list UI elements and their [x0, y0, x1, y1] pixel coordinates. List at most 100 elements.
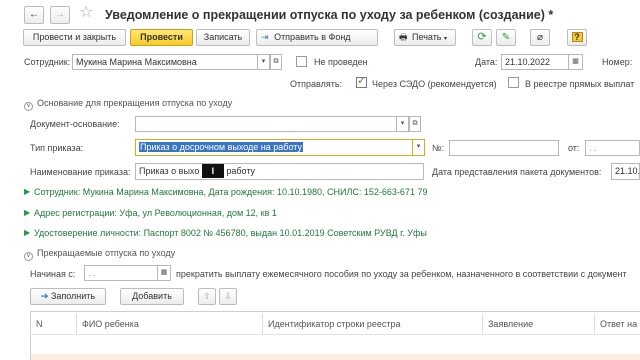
number-label: Номер: [602, 57, 633, 67]
back-button[interactable]: ← [24, 6, 44, 24]
collapse-icon: ∨ [24, 252, 33, 261]
not-posted-label: Не проведен [314, 57, 368, 67]
doc-basis-field[interactable] [135, 116, 397, 132]
print-label: Печать [412, 32, 442, 42]
collapse-icon: ∨ [24, 102, 33, 111]
move-up-button[interactable]: ⇧ [198, 288, 216, 305]
col-header-registry-id[interactable]: Идентификатор строки реестра [268, 318, 401, 330]
col-header-response[interactable]: Ответ на [600, 318, 637, 330]
attach-button[interactable]: ⌀ [530, 29, 550, 46]
col-divider [262, 314, 263, 334]
printer-icon: 🖶 [399, 32, 408, 42]
employee-dropdown-button[interactable]: ▾ [258, 54, 270, 70]
fill-label: Заполнить [50, 291, 96, 301]
registry-checkbox[interactable] [508, 77, 519, 88]
via-sedo-checkbox[interactable]: ✓ [356, 75, 367, 88]
send-to-fund-label: Отправить в Фонд [274, 32, 351, 42]
open-icon: ⧉ [273, 58, 279, 65]
employee-open-button[interactable]: ⧉ [270, 54, 282, 70]
favorite-star-icon[interactable]: ☆ [79, 3, 93, 23]
order-from-field[interactable]: . . [585, 140, 640, 156]
basis-section-title: Основание для прекращения отпуска по ухо… [37, 98, 233, 108]
order-number-field[interactable] [449, 140, 559, 156]
calendar-icon: ▦ [160, 269, 168, 276]
arrow-right-icon: → [55, 9, 65, 20]
post-button[interactable]: Провести [130, 29, 193, 46]
calendar-icon: ▦ [572, 58, 579, 65]
order-number-label: №: [432, 143, 445, 153]
col-divider [76, 314, 77, 334]
fill-icon: ➔ [40, 291, 49, 301]
col-header-child-name[interactable]: ФИО ребенка [82, 318, 139, 330]
chevron-down-icon: ▾ [416, 143, 421, 150]
expand-arrow-icon: ▶ [24, 187, 31, 196]
pencil-icon: ✎ [501, 32, 511, 43]
order-from-label: от: [568, 143, 580, 153]
send-label: Отправлять: [290, 79, 343, 89]
doc-basis-open-button[interactable]: ⧉ [409, 116, 421, 132]
arrow-down-icon: ⇩ [224, 291, 232, 301]
text-cursor-icon: I [201, 164, 224, 178]
print-button[interactable]: 🖶 Печать ▾ [394, 29, 456, 46]
help-button[interactable]: ? [567, 29, 587, 46]
basis-section-header[interactable]: ∨ Основание для прекращения отпуска по ух… [24, 97, 232, 111]
date-field[interactable]: 21.10.2022 [501, 54, 569, 70]
send-to-fund-button[interactable]: ⇥ Отправить в Фонд [256, 29, 378, 46]
refresh-button[interactable]: ⟳ [472, 29, 492, 46]
add-button[interactable]: Добавить [120, 288, 184, 305]
registry-label: В реестре прямых выплат [525, 79, 635, 89]
leaves-section-header[interactable]: ∨ Прекращаемые отпуска по уходу [24, 247, 175, 261]
order-name-label: Наименование приказа: [30, 167, 131, 177]
chevron-down-icon: ▾ [261, 58, 266, 65]
post-and-close-button[interactable]: Провести и закрыть [23, 29, 126, 46]
arrow-up-icon: ⇧ [203, 291, 211, 301]
start-from-label: Начиная с: [30, 269, 76, 279]
leaves-section-title: Прекращаемые отпуска по уходу [37, 248, 176, 258]
doc-basis-dropdown-button[interactable]: ▾ [397, 116, 409, 132]
refresh-icon: ⟳ [477, 31, 487, 43]
employee-label: Сотрудник: [24, 57, 71, 67]
col-header-application[interactable]: Заявление [488, 318, 533, 330]
forward-button[interactable]: → [50, 6, 70, 24]
package-date-label: Дата представления пакета документов: [432, 167, 602, 177]
col-header-n[interactable]: N [36, 318, 43, 330]
start-from-field[interactable]: . . [84, 265, 158, 281]
start-date-picker-button[interactable]: ▦ [158, 265, 171, 281]
via-sedo-label: Через СЭДО (рекомендуется) [372, 79, 497, 89]
package-date-field[interactable]: 21.10. [611, 163, 640, 180]
send-icon: ⇥ [261, 32, 269, 42]
fill-button[interactable]: ➔ Заполнить [30, 288, 106, 305]
stop-payment-text: прекратить выплату ежемесячного пособия … [176, 269, 627, 279]
save-button[interactable]: Записать [196, 29, 250, 46]
table-header-divider [30, 334, 640, 335]
doc-basis-label: Документ-основание: [30, 119, 120, 129]
paperclip-icon: ⌀ [536, 32, 544, 43]
arrow-left-icon: ← [29, 9, 39, 20]
not-posted-checkbox[interactable] [296, 56, 307, 67]
date-picker-button[interactable]: ▦ [569, 54, 583, 70]
employee-info-link[interactable]: Сотрудник: Мукина Марина Максимовна, Дат… [34, 186, 427, 198]
chevron-down-icon: ▾ [444, 36, 448, 42]
employee-field[interactable]: Мукина Марина Максимовна [72, 54, 258, 70]
chevron-down-icon: ▾ [400, 120, 405, 127]
order-type-dropdown-button[interactable]: ▾ [413, 139, 425, 156]
expand-arrow-icon: ▶ [24, 208, 31, 217]
order-type-field[interactable]: Приказ о досрочном выходе на работу [135, 139, 413, 156]
table-row[interactable] [31, 354, 640, 360]
address-link[interactable]: Адрес регистрации: Уфа, ул Революционная… [34, 207, 277, 219]
open-icon: ⧉ [412, 120, 418, 127]
order-name-field[interactable]: Приказ о выхо I работу [135, 163, 424, 180]
col-divider [594, 314, 595, 334]
edit-button[interactable]: ✎ [496, 29, 516, 46]
identity-link[interactable]: Удостоверение личности: Паспорт 8002 № 4… [34, 227, 427, 239]
order-name-text-start: Приказ о выхо [139, 166, 200, 176]
checkmark-icon: ✓ [357, 75, 367, 87]
order-type-value: Приказ о досрочном выходе на работу [139, 142, 303, 152]
move-down-button[interactable]: ⇩ [219, 288, 237, 305]
window-title: Уведомление о прекращении отпуска по ухо… [105, 8, 554, 22]
help-icon: ? [571, 32, 583, 42]
col-divider [482, 314, 483, 334]
order-type-label: Тип приказа: [30, 143, 84, 153]
order-name-text-end: работу [226, 166, 256, 176]
expand-arrow-icon: ▶ [24, 228, 31, 237]
